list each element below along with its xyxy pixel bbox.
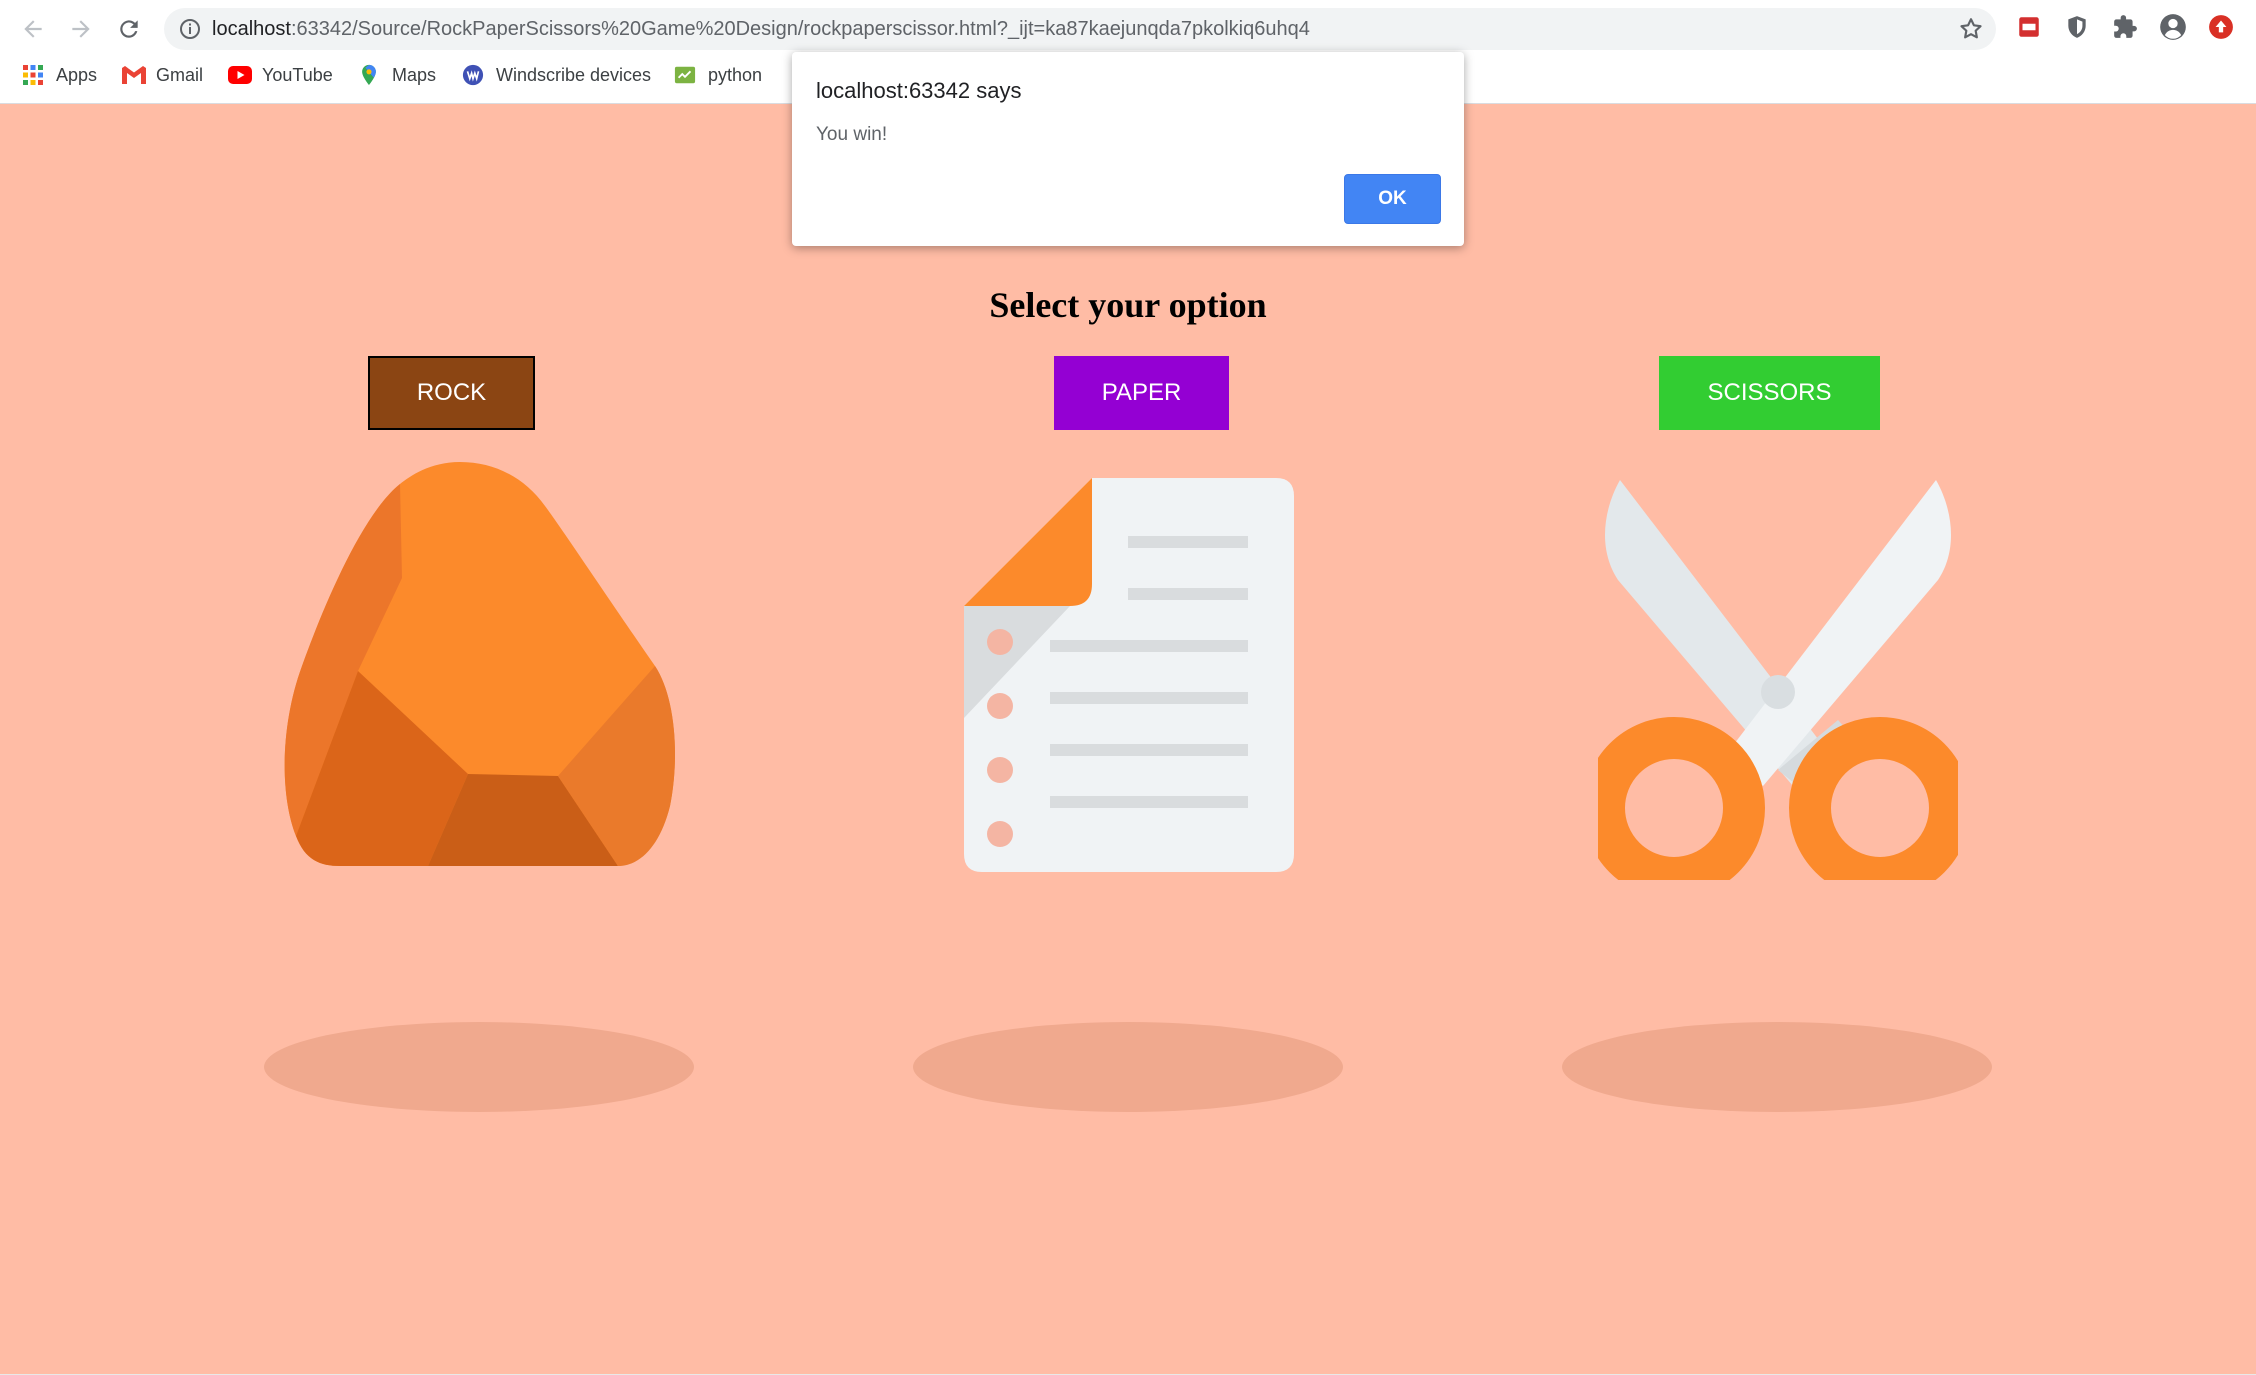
- alert-title: localhost:63342 says: [816, 78, 1022, 103]
- paper-button[interactable]: PAPER: [1054, 356, 1229, 430]
- scissors-icon: [1598, 480, 1958, 880]
- rock-button[interactable]: ROCK: [368, 356, 535, 430]
- windscribe-icon: [462, 64, 484, 86]
- apps-grid-icon: [22, 64, 44, 86]
- url-host: localhost: [212, 18, 291, 40]
- bookmark-windscribe[interactable]: Windscribe devices: [462, 64, 651, 86]
- paper-shadow: [913, 1022, 1343, 1112]
- gmail-icon: [122, 64, 146, 86]
- update-indicator-icon[interactable]: [2206, 12, 2236, 42]
- bookmark-python[interactable]: python: [674, 64, 762, 86]
- game-page: Select your option ROCK PAPER SCISSORS: [0, 104, 2256, 1375]
- alert-ok-button[interactable]: OK: [1344, 174, 1441, 224]
- bookmark-label: python: [708, 64, 763, 85]
- bookmark-label: Windscribe devices: [496, 64, 652, 85]
- url-path: :63342/Source/RockPaperScissors%20Game%2…: [290, 18, 1310, 40]
- forward-button[interactable]: [64, 12, 98, 46]
- extensions-puzzle-icon[interactable]: [2110, 12, 2140, 42]
- forward-arrow-icon: [72, 20, 90, 38]
- bookmark-label: Gmail: [156, 64, 204, 85]
- scissors-shadow: [1562, 1022, 1992, 1112]
- rock-shadow: [264, 1022, 694, 1112]
- bookmark-label: Maps: [392, 64, 437, 85]
- site-info-icon[interactable]: [178, 17, 202, 41]
- page-title: Select your option: [989, 285, 1267, 325]
- youtube-icon: [228, 64, 252, 86]
- paper-document-icon: [964, 478, 1294, 872]
- bookmark-label: YouTube: [262, 64, 333, 85]
- reload-button[interactable]: [112, 12, 146, 46]
- bookmark-apps[interactable]: Apps: [22, 64, 97, 86]
- bookmark-star-icon[interactable]: [1958, 16, 1984, 42]
- bookmark-youtube[interactable]: YouTube: [228, 64, 333, 86]
- profile-avatar-icon[interactable]: [2158, 12, 2188, 42]
- bookmark-label: Apps: [56, 64, 98, 85]
- bookmark-gmail[interactable]: Gmail: [122, 64, 203, 86]
- address-bar[interactable]: localhost:63342/Source/RockPaperScissors…: [164, 8, 1996, 50]
- back-arrow-icon: [24, 20, 42, 38]
- shield-extension-icon[interactable]: [2062, 12, 2092, 42]
- back-button[interactable]: [16, 12, 50, 46]
- maps-pin-icon: [358, 64, 380, 86]
- url-text: localhost:63342/Source/RockPaperScissors…: [212, 18, 1310, 41]
- rock-icon: [284, 462, 675, 866]
- python-icon: [674, 64, 696, 86]
- scissors-button[interactable]: SCISSORS: [1659, 356, 1880, 430]
- bookmark-maps[interactable]: Maps: [358, 64, 436, 86]
- alert-message: You win!: [816, 124, 888, 145]
- reload-icon: [120, 20, 138, 38]
- pdf-extension-icon[interactable]: [2014, 12, 2044, 42]
- alert-dialog: localhost:63342 says You win! OK: [792, 52, 1464, 246]
